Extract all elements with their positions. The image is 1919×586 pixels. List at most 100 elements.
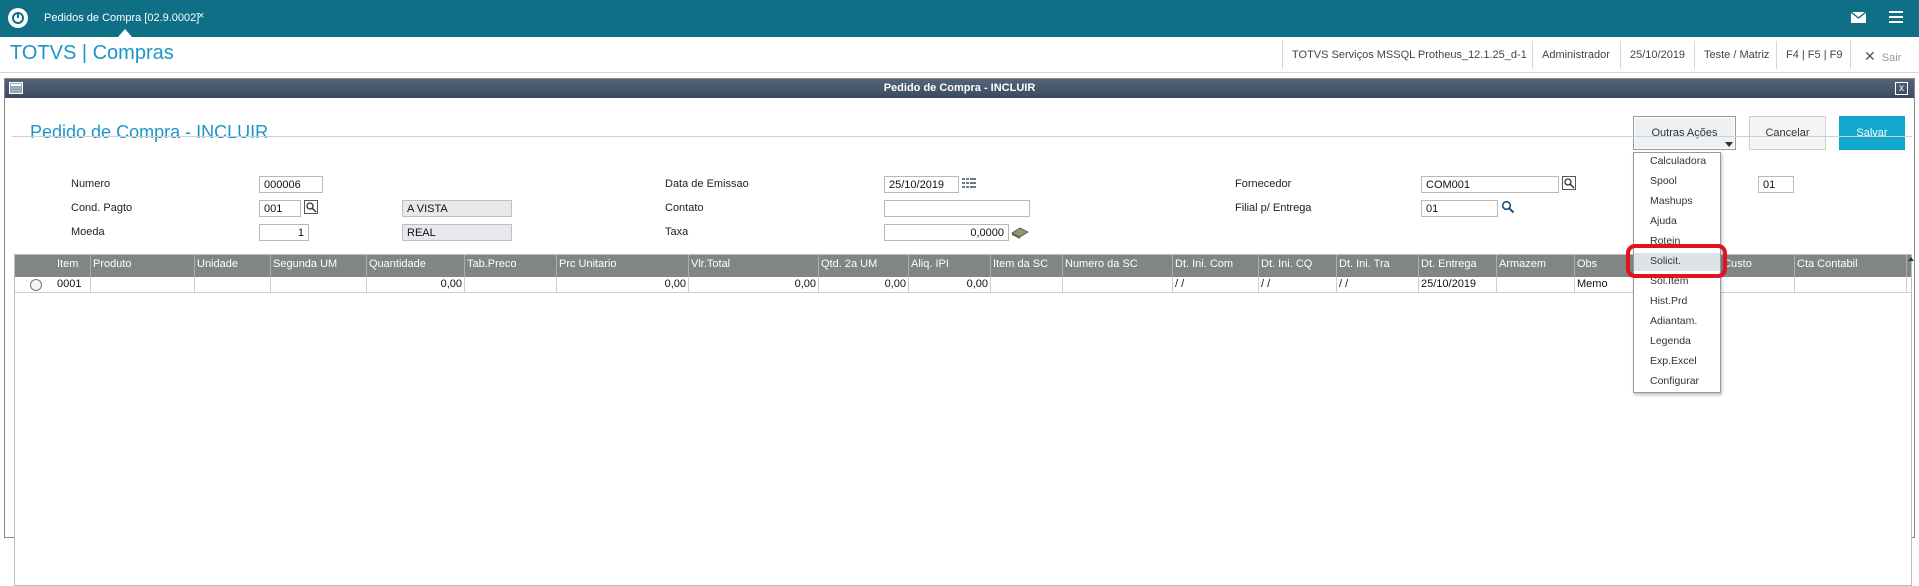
moeda-field[interactable]: 1 — [259, 224, 309, 241]
separator — [1776, 41, 1777, 69]
lookup-icon[interactable] — [1562, 176, 1576, 190]
other-actions-button[interactable]: Outras Ações — [1633, 116, 1736, 150]
cell-dt-ini-com[interactable]: / / — [1173, 277, 1259, 293]
user-info: Administrador — [1542, 49, 1610, 61]
grid-header-cell[interactable]: Quantidade — [367, 255, 465, 277]
grid-header-cell[interactable]: Qtd. 2a UM — [819, 255, 909, 277]
cell-vlr-total[interactable]: 0,00 — [689, 277, 819, 293]
moeda-description: REAL — [402, 224, 512, 241]
taxa-label: Taxa — [665, 226, 689, 238]
menu-item-ajuda[interactable]: Ajuda — [1634, 213, 1720, 231]
menu-item-configurar[interactable]: Configurar — [1634, 373, 1720, 391]
other-actions-label: Outras Ações — [1651, 127, 1718, 139]
tab-pointer — [118, 29, 132, 37]
grid-header-spacer — [15, 255, 55, 277]
grid-header-cell[interactable]: Vlr.Total — [689, 255, 819, 277]
purchase-order-dialog: Pedido de Compra - INCLUIR x Pedido de C… — [4, 78, 1915, 586]
cell-numero-sc[interactable] — [1063, 277, 1173, 293]
cell-dt-ini-cq[interactable]: / / — [1259, 277, 1337, 293]
shortcuts-info: F4 | F5 | F9 — [1786, 49, 1843, 61]
cell-prc-unitario[interactable]: 0,00 — [557, 277, 689, 293]
separator — [1850, 41, 1851, 69]
table-row[interactable]: 0001 0,00 0,00 0,00 0,00 0,00 / / / / / … — [15, 277, 1911, 293]
grid-scrollbar[interactable] — [1908, 255, 1914, 293]
contato-field[interactable] — [884, 200, 1030, 217]
grid-header-cell[interactable]: Numero da SC — [1063, 255, 1173, 277]
header-form — [12, 136, 1912, 137]
environment-info: TOTVS Serviços MSSQL Protheus_12.1.25_d-… — [1292, 49, 1527, 61]
cell-tab-preco[interactable] — [465, 277, 557, 293]
menu-icon[interactable] — [1889, 11, 1903, 23]
dropdown-arrow-icon — [1725, 142, 1733, 147]
cell-aliq-ipi[interactable]: 0,00 — [909, 277, 991, 293]
app-title: TOTVS | Compras — [10, 42, 174, 64]
menu-item-calculadora[interactable]: Calculadora — [1634, 153, 1720, 171]
search-icon[interactable] — [1501, 200, 1515, 214]
cancel-button[interactable]: Cancelar — [1749, 116, 1826, 150]
grid-header-cell[interactable]: Aliq. IPI — [909, 255, 991, 277]
grid-header-cell[interactable]: Produto — [91, 255, 195, 277]
contato-label: Contato — [665, 202, 704, 214]
cell-segunda-um[interactable] — [271, 277, 367, 293]
save-label: Salvar — [1856, 127, 1888, 139]
grid-header-cell[interactable]: Prc Unitario — [557, 255, 689, 277]
items-grid: Item Produto Unidade Segunda UM Quantida… — [14, 254, 1914, 586]
row-select-radio[interactable] — [30, 279, 42, 291]
grid-header-cell[interactable]: Dt. Ini. CQ — [1259, 255, 1337, 277]
grid-header-cell[interactable]: Item — [55, 255, 91, 277]
menu-item-legenda[interactable]: Legenda — [1634, 333, 1720, 351]
dialog-close-icon[interactable]: x — [1895, 82, 1908, 95]
moeda-label: Moeda — [71, 226, 105, 238]
mail-icon[interactable] — [1850, 11, 1867, 23]
menu-item-exp-excel[interactable]: Exp.Excel — [1634, 353, 1720, 371]
grid-header-cell[interactable]: Dt. Ini. Com — [1173, 255, 1259, 277]
scroll-up-icon[interactable] — [1908, 257, 1914, 261]
data-emissao-field[interactable]: 25/10/2019 — [884, 176, 959, 193]
menu-item-mashups[interactable]: Mashups — [1634, 193, 1720, 211]
grid-header-cell[interactable]: Cta Contabil — [1795, 255, 1907, 277]
totvs-logo-icon[interactable] — [8, 8, 28, 28]
menu-item-hist-prd[interactable]: Hist.Prd — [1634, 293, 1720, 311]
menu-item-spool[interactable]: Spool — [1634, 173, 1720, 191]
grid-header-cell[interactable]: Dt. Ini. Tra — [1337, 255, 1419, 277]
grid-header-cell[interactable]: Item da SC — [991, 255, 1063, 277]
filial-entrega-field[interactable]: 01 — [1421, 200, 1498, 217]
cell-dt-entrega[interactable]: 25/10/2019 — [1419, 277, 1497, 293]
cell-dt-ini-tra[interactable]: / / — [1337, 277, 1419, 293]
menu-item-adiantam[interactable]: Adiantam. — [1634, 313, 1720, 331]
app-header: TOTVS | Compras TOTVS Serviços MSSQL Pro… — [0, 37, 1919, 73]
fornecedor-label: Fornecedor — [1235, 178, 1292, 190]
cell-quantidade[interactable]: 0,00 — [367, 277, 465, 293]
exit-label: Sair — [1881, 52, 1902, 64]
tab-close-icon[interactable]: × — [198, 10, 204, 22]
grid-header-cell[interactable]: Segunda UM — [271, 255, 367, 277]
cond-pagto-field[interactable]: 001 — [259, 200, 301, 217]
loja-field[interactable]: 01 — [1758, 176, 1794, 193]
grid-header-cell[interactable]: Tab.Preco — [465, 255, 557, 277]
taxa-field[interactable]: 0,0000 — [884, 224, 1009, 241]
cell-armazem[interactable] — [1497, 277, 1575, 293]
cell-unidade[interactable] — [195, 277, 271, 293]
fornecedor-field[interactable]: COM001 — [1421, 176, 1559, 193]
top-bar: Pedidos de Compra [02.9.0002] × — [0, 0, 1919, 37]
calendar-icon[interactable] — [962, 177, 976, 191]
data-emissao-label: Data de Emissao — [665, 178, 749, 190]
calculator-icon[interactable] — [1011, 225, 1029, 239]
grid-header-cell[interactable]: Armazem — [1497, 255, 1575, 277]
grid-header-cell[interactable]: Dt. Entrega — [1419, 255, 1497, 277]
grid-header-cell[interactable]: Unidade — [195, 255, 271, 277]
cell-cta-contabil[interactable] — [1795, 277, 1907, 293]
lookup-icon[interactable] — [304, 200, 318, 214]
save-button[interactable]: Salvar — [1839, 116, 1905, 150]
exit-button[interactable]: ✕ Sair — [1864, 48, 1901, 65]
cond-pagto-description: A VISTA — [402, 200, 512, 217]
cell-item-sc[interactable] — [991, 277, 1063, 293]
close-icon: ✕ — [1864, 48, 1876, 64]
numero-field[interactable]: 000006 — [259, 176, 323, 193]
dialog-title: Pedido de Compra - INCLUIR — [883, 82, 1036, 94]
cell-item[interactable]: 0001 — [55, 277, 91, 293]
cell-qtd-2a-um[interactable]: 0,00 — [819, 277, 909, 293]
cell-produto[interactable] — [91, 277, 195, 293]
separator — [1282, 41, 1283, 69]
form-title: Pedido de Compra - INCLUIR — [30, 122, 269, 142]
